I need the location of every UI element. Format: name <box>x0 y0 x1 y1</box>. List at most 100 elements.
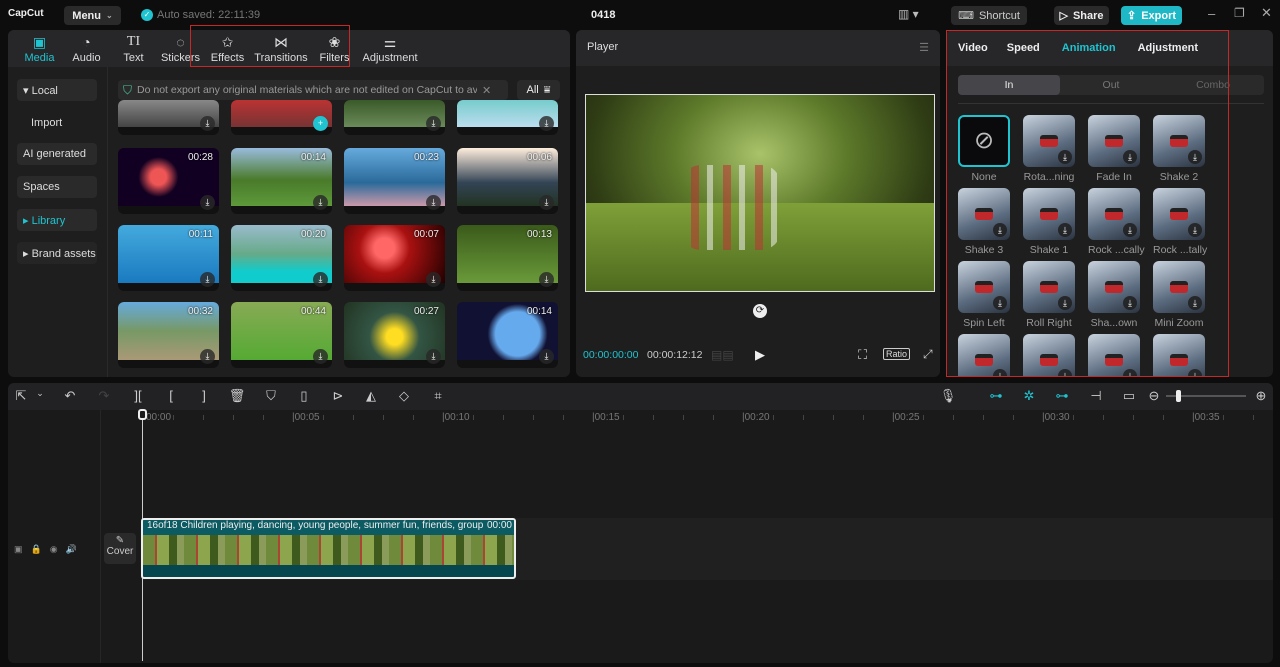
library-clip[interactable]: ⤓ <box>344 100 445 135</box>
library-clip[interactable]: + <box>231 100 332 135</box>
auto-snap-icon[interactable]: ✲ <box>1020 388 1038 404</box>
animation-item[interactable]: ⤓ Shake 2 <box>1153 115 1205 183</box>
zoom-slider-handle[interactable] <box>1176 390 1181 402</box>
download-icon[interactable]: ⤓ <box>313 272 328 287</box>
library-clip[interactable]: ⤓ <box>457 100 558 135</box>
animation-item[interactable]: ⤓ Rock ...cally <box>1088 188 1145 256</box>
download-icon[interactable]: ⤓ <box>539 116 554 131</box>
menu-button[interactable]: Menu ⌄ <box>64 6 121 25</box>
crop-icon[interactable]: ⌗ <box>429 388 447 404</box>
library-clip[interactable]: 00:20 ⤓ <box>231 225 332 291</box>
speaker-icon[interactable]: 🔊 <box>66 544 77 558</box>
download-icon[interactable]: ⤓ <box>1188 150 1202 164</box>
download-icon[interactable]: ⤓ <box>539 195 554 210</box>
animation-item[interactable]: ⤓ <box>1153 334 1205 377</box>
download-icon[interactable]: ⤓ <box>200 195 215 210</box>
library-clip[interactable]: 00:14 ⤓ <box>457 302 558 368</box>
ratio-button[interactable]: Ratio <box>883 348 911 360</box>
animation-item[interactable]: ⤓ <box>1023 334 1075 377</box>
download-icon[interactable]: ⤓ <box>1188 369 1202 377</box>
redo-icon[interactable]: ↷ <box>95 388 113 404</box>
export-button[interactable]: ⇪ Export <box>1121 6 1182 25</box>
download-icon[interactable]: ⤓ <box>1188 296 1202 310</box>
library-clip[interactable]: 00:28 ⤓ <box>118 148 219 214</box>
lock-icon[interactable]: 🔒 <box>31 544 42 558</box>
download-icon[interactable]: ⤓ <box>1058 150 1072 164</box>
zoom-slider[interactable] <box>1166 390 1246 402</box>
download-icon[interactable]: ⤓ <box>1188 223 1202 237</box>
close-icon[interactable]: ✕ <box>1261 5 1272 21</box>
animation-item[interactable]: ⤓ Shake 1 <box>1023 188 1075 256</box>
download-icon[interactable]: ⤓ <box>1058 296 1072 310</box>
rotate-clip-icon[interactable]: ◇ <box>395 388 413 404</box>
animation-item[interactable]: ⤓ Fade In <box>1088 115 1140 183</box>
library-clip[interactable]: 00:11 ⤓ <box>118 225 219 291</box>
select-chevron-icon[interactable]: ⌄ <box>31 388 49 399</box>
download-icon[interactable]: ⤓ <box>200 116 215 131</box>
eye-icon[interactable]: ◉ <box>50 544 58 558</box>
animation-item[interactable]: ⤓ <box>958 334 1010 377</box>
animation-item[interactable]: ⊘ None <box>958 115 1010 183</box>
player-menu-icon[interactable]: ☰ <box>919 41 929 55</box>
animation-item[interactable]: ⤓ Roll Right <box>1023 261 1075 329</box>
layout-icon[interactable]: ▥ ▾ <box>898 7 919 21</box>
restore-icon[interactable]: ❐ <box>1234 6 1245 20</box>
download-icon[interactable]: ⤓ <box>1123 223 1137 237</box>
zoom-out-icon[interactable]: ⊖ <box>1145 388 1163 404</box>
mirror-icon[interactable]: ◭ <box>362 388 380 404</box>
animation-item[interactable]: ⤓ Rota...ning <box>1023 115 1075 183</box>
library-clip[interactable]: 00:06 ⤓ <box>457 148 558 214</box>
download-icon[interactable]: ⤓ <box>426 116 441 131</box>
library-clip[interactable]: ⤓ <box>118 100 219 135</box>
marker-icon[interactable]: ⛉ <box>262 388 280 404</box>
download-icon[interactable]: ⤓ <box>993 369 1007 377</box>
split-right-icon[interactable]: ] <box>195 388 213 403</box>
download-icon[interactable]: ⤓ <box>313 195 328 210</box>
rotate-icon[interactable]: ⟳ <box>753 304 767 318</box>
video-preview[interactable] <box>585 94 935 292</box>
reverse-icon[interactable]: ⊳ <box>329 388 347 404</box>
cover-button[interactable]: ✎ Cover <box>104 533 136 564</box>
microphone-icon[interactable]: 🎙 <box>939 388 957 404</box>
download-icon[interactable]: ⤓ <box>1058 369 1072 377</box>
download-icon[interactable]: ⤓ <box>426 349 441 364</box>
download-icon[interactable]: ⤓ <box>200 349 215 364</box>
zoom-fit-icon[interactable]: ⛶ <box>858 347 867 363</box>
preview-axis-icon[interactable]: ⊣ <box>1087 388 1105 404</box>
share-button[interactable]: ▷ Share <box>1054 6 1109 25</box>
library-clip[interactable]: 00:13 ⤓ <box>457 225 558 291</box>
split-icon[interactable]: ][ <box>129 388 147 403</box>
delete-icon[interactable]: 🗑 <box>228 388 246 404</box>
main-track-magnet-icon[interactable]: ⊶ <box>987 388 1005 404</box>
download-icon[interactable]: ⤓ <box>539 272 554 287</box>
add-icon[interactable]: + <box>313 116 328 131</box>
library-clip[interactable]: 00:27 ⤓ <box>344 302 445 368</box>
download-icon[interactable]: ⤓ <box>539 349 554 364</box>
track-video-icon[interactable]: ▣ <box>14 544 23 558</box>
undo-icon[interactable]: ↶ <box>61 388 79 404</box>
library-clip[interactable]: 00:32 ⤓ <box>118 302 219 368</box>
zoom-in-icon[interactable]: ⊕ <box>1252 388 1270 404</box>
animation-item[interactable]: ⤓ Sha...own <box>1088 261 1140 329</box>
download-icon[interactable]: ⤓ <box>993 296 1007 310</box>
library-clip[interactable]: 00:07 ⤓ <box>344 225 445 291</box>
split-left-icon[interactable]: [ <box>162 388 180 403</box>
animation-item[interactable]: ⤓ Spin Left <box>958 261 1010 329</box>
animation-item[interactable]: ⤓ <box>1088 334 1140 377</box>
animation-item[interactable]: ⤓ Rock ...tally <box>1153 188 1207 256</box>
download-icon[interactable]: ⤓ <box>1123 369 1137 377</box>
fullscreen-icon[interactable]: ⤢ <box>923 347 933 362</box>
download-icon[interactable]: ⤓ <box>200 272 215 287</box>
download-icon[interactable]: ⤓ <box>426 195 441 210</box>
download-icon[interactable]: ⤓ <box>993 223 1007 237</box>
download-icon[interactable]: ⤓ <box>1058 223 1072 237</box>
download-icon[interactable]: ⤓ <box>1123 296 1137 310</box>
download-icon[interactable]: ⤓ <box>426 272 441 287</box>
waveform-icon[interactable]: ▤▤ <box>711 348 734 362</box>
shortcut-button[interactable]: ⌨ Shortcut <box>951 6 1027 25</box>
download-icon[interactable]: ⤓ <box>1123 150 1137 164</box>
select-tool-icon[interactable]: ⇱ <box>12 388 30 404</box>
minimize-icon[interactable]: – <box>1208 6 1215 21</box>
video-clip[interactable]: 16of18 Children playing, dancing, young … <box>141 518 516 579</box>
caption-icon[interactable]: ▭ <box>1120 388 1138 404</box>
